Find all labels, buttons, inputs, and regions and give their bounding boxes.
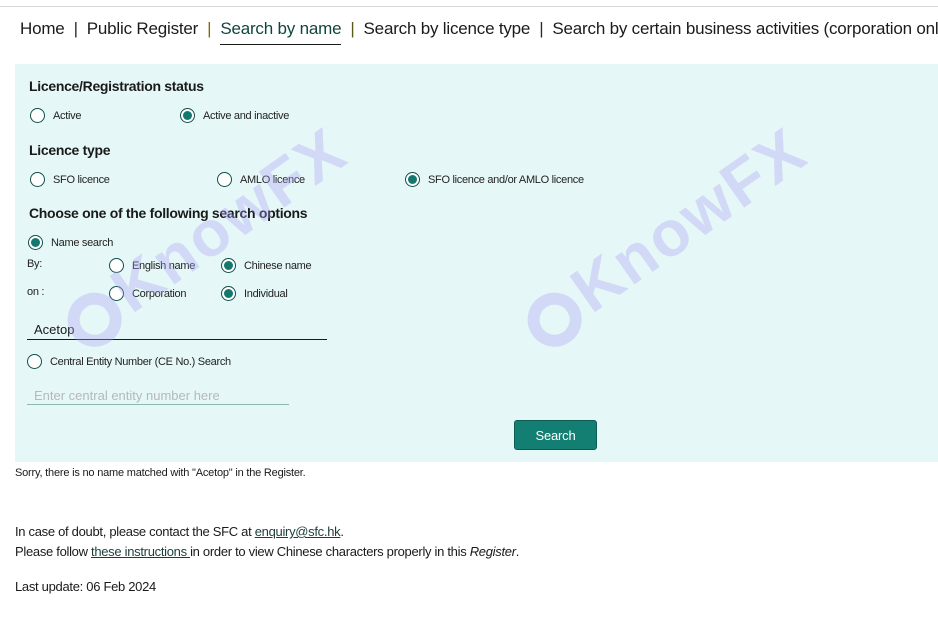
radio-ce-number-search[interactable]: Central Entity Number (CE No.) Search: [27, 354, 231, 369]
nav-separator: |: [73, 19, 78, 38]
radio-individual[interactable]: Individual: [221, 286, 288, 301]
nav-search-by-licence-type[interactable]: Search by licence type: [364, 19, 531, 44]
radio-label: Corporation: [132, 287, 187, 300]
radio-status-active-and-inactive[interactable]: Active and inactive: [180, 108, 289, 123]
radio-unchecked-icon[interactable]: [30, 108, 45, 123]
radio-unchecked-icon[interactable]: [109, 258, 124, 273]
radio-label: Individual: [244, 287, 288, 300]
radio-checked-icon[interactable]: [28, 235, 43, 250]
radio-status-active[interactable]: Active: [30, 108, 81, 123]
name-search-input[interactable]: [27, 320, 327, 340]
top-divider: [0, 6, 938, 7]
ce-number-input[interactable]: [27, 386, 289, 405]
radio-corporation[interactable]: Corporation: [109, 286, 186, 301]
nav-search-by-business-activities[interactable]: Search by certain business activities (c…: [552, 19, 938, 44]
radio-checked-icon[interactable]: [180, 108, 195, 123]
radio-unchecked-icon[interactable]: [27, 354, 42, 369]
radio-label: English name: [132, 259, 196, 272]
radio-label: Chinese name: [244, 259, 312, 272]
radio-label: AMLO licence: [240, 173, 305, 186]
radio-label: SFO licence and/or AMLO licence: [428, 173, 584, 186]
radio-unchecked-icon[interactable]: [109, 286, 124, 301]
search-options-section-title: Choose one of the following search optio…: [29, 205, 308, 221]
radio-sfo-and-or-amlo-licence[interactable]: SFO licence and/or AMLO licence: [405, 172, 584, 187]
radio-chinese-name[interactable]: Chinese name: [221, 258, 312, 273]
radio-label: SFO licence: [53, 173, 110, 186]
nav-search-by-name[interactable]: Search by name: [220, 19, 342, 45]
nav-public-register[interactable]: Public Register: [87, 19, 199, 44]
radio-checked-icon[interactable]: [405, 172, 420, 187]
radio-amlo-licence[interactable]: AMLO licence: [217, 172, 305, 187]
radio-sfo-licence[interactable]: SFO licence: [30, 172, 110, 187]
breadcrumb-nav: Home | Public Register | Search by name …: [20, 19, 938, 49]
radio-label: Central Entity Number (CE No.) Search: [50, 355, 231, 368]
status-section-title: Licence/Registration status: [29, 78, 204, 94]
radio-label: Active and inactive: [203, 109, 290, 122]
email-link[interactable]: enquiry@sfc.hk: [255, 524, 341, 539]
radio-unchecked-icon[interactable]: [30, 172, 45, 187]
no-result-message: Sorry, there is no name matched with "Ac…: [15, 467, 306, 479]
instructions-line: Please follow these instructions in orde…: [15, 544, 520, 559]
last-update: Last update: 06 Feb 2024: [15, 579, 156, 594]
contact-line: In case of doubt, please contact the SFC…: [15, 524, 344, 539]
licence-type-section-title: Licence type: [29, 142, 111, 158]
radio-label: Name search: [51, 236, 114, 249]
radio-checked-icon[interactable]: [221, 258, 236, 273]
on-label: on :: [27, 286, 45, 298]
radio-name-search[interactable]: Name search: [28, 235, 113, 250]
nav-separator: |: [539, 19, 544, 38]
nav-separator: |: [350, 19, 355, 38]
radio-unchecked-icon[interactable]: [217, 172, 232, 187]
by-label: By:: [27, 258, 42, 270]
instructions-link[interactable]: these instructions: [91, 544, 190, 559]
radio-label: Active: [53, 109, 82, 122]
search-button[interactable]: Search: [514, 420, 597, 450]
nav-home[interactable]: Home: [20, 19, 65, 44]
radio-english-name[interactable]: English name: [109, 258, 195, 273]
radio-checked-icon[interactable]: [221, 286, 236, 301]
search-form-panel: Licence/Registration status Active Activ…: [15, 64, 938, 462]
nav-separator: |: [207, 19, 212, 38]
